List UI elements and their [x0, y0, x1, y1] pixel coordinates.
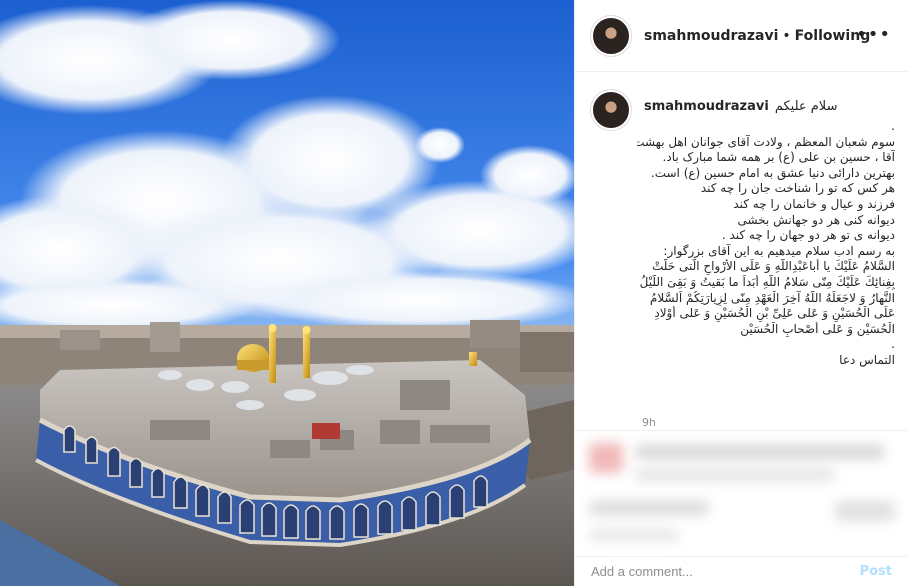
caption-line: بِفِنائِكَ عَلَيْكَ مِنّى سَلامُ اللّهِ … — [637, 274, 895, 289]
caption: smahmoudrazavi سلام علیکم . سوم شعبان ال… — [575, 72, 907, 430]
blurred-likes — [589, 501, 709, 515]
header-separator: • — [782, 27, 791, 44]
more-options-icon[interactable]: ••• — [856, 24, 891, 45]
caption-username[interactable]: smahmoudrazavi — [644, 99, 769, 114]
caption-line: عَلَى الْحُسَيْنِ وَ عَلى عَلِىِّ بْنِ ا… — [654, 306, 895, 321]
blurred-comments-area — [575, 430, 907, 558]
comment-bar: Post — [575, 556, 907, 586]
blurred-comment-text — [635, 445, 885, 459]
caption-line: التماس دعا — [839, 352, 895, 367]
caption-line: دیوانه کنی هر دو جهانش بخشی — [737, 212, 895, 227]
caption-line: فرزند و عیال و خانمان را چه کند — [733, 196, 895, 211]
post-header: smahmoudrazavi • Following ••• — [575, 0, 907, 72]
comment-input[interactable] — [591, 564, 860, 579]
caption-avatar[interactable] — [591, 90, 631, 130]
profile-avatar[interactable] — [591, 15, 631, 56]
blurred-date — [589, 529, 679, 541]
blurred-comment-text — [635, 469, 835, 481]
caption-line: النَّهارُ وَ لاجَعَلَهُ اللّهُ آخِرَ الْ… — [649, 290, 895, 305]
post-sidebar: smahmoudrazavi • Following ••• smahmoudr… — [574, 0, 907, 586]
post-comment-button[interactable]: Post — [860, 564, 892, 579]
caption-line: . — [891, 119, 895, 133]
caption-line: سوم شعبان المعظم ، ولادت آقای جوانان اهل… — [637, 134, 895, 149]
blurred-actions — [835, 501, 895, 521]
caption-text: . سوم شعبان المعظم ، ولادت آقای جوانان ا… — [637, 119, 895, 369]
post-photo[interactable] — [0, 0, 574, 586]
caption-line: به رسم ادب سلام میدهیم به این آقای بزرگو… — [663, 243, 895, 258]
caption-greeting: سلام علیکم — [774, 99, 838, 114]
instagram-post: smahmoudrazavi • Following ••• smahmoudr… — [0, 0, 907, 586]
caption-line: بهترین دارائی دنیا عشق به امام حسین (ع) … — [650, 165, 895, 180]
caption-line: هر کس که تو را شناخت جان را چه کند — [700, 181, 895, 196]
caption-line: آقا ، حسین بن علی (ع) بر همه شما مبارک ب… — [662, 150, 895, 165]
caption-line: السَّلامُ عَلَيْكَ يا أَباعَبْدِاللّهِ و… — [651, 259, 895, 274]
post-time[interactable]: 9h — [642, 416, 656, 429]
caption-line: . — [891, 337, 895, 352]
caption-line: الْحُسَيْنِ وَ عَلى أَصْحابِ الْحُسَيْنِ — [740, 321, 895, 336]
shrine-photo-illustration — [0, 0, 574, 586]
blurred-avatar — [589, 443, 623, 473]
header-username[interactable]: smahmoudrazavi — [644, 28, 778, 44]
caption-line: دیوانه ی تو هر دو جهان را چه کند . — [721, 228, 895, 243]
